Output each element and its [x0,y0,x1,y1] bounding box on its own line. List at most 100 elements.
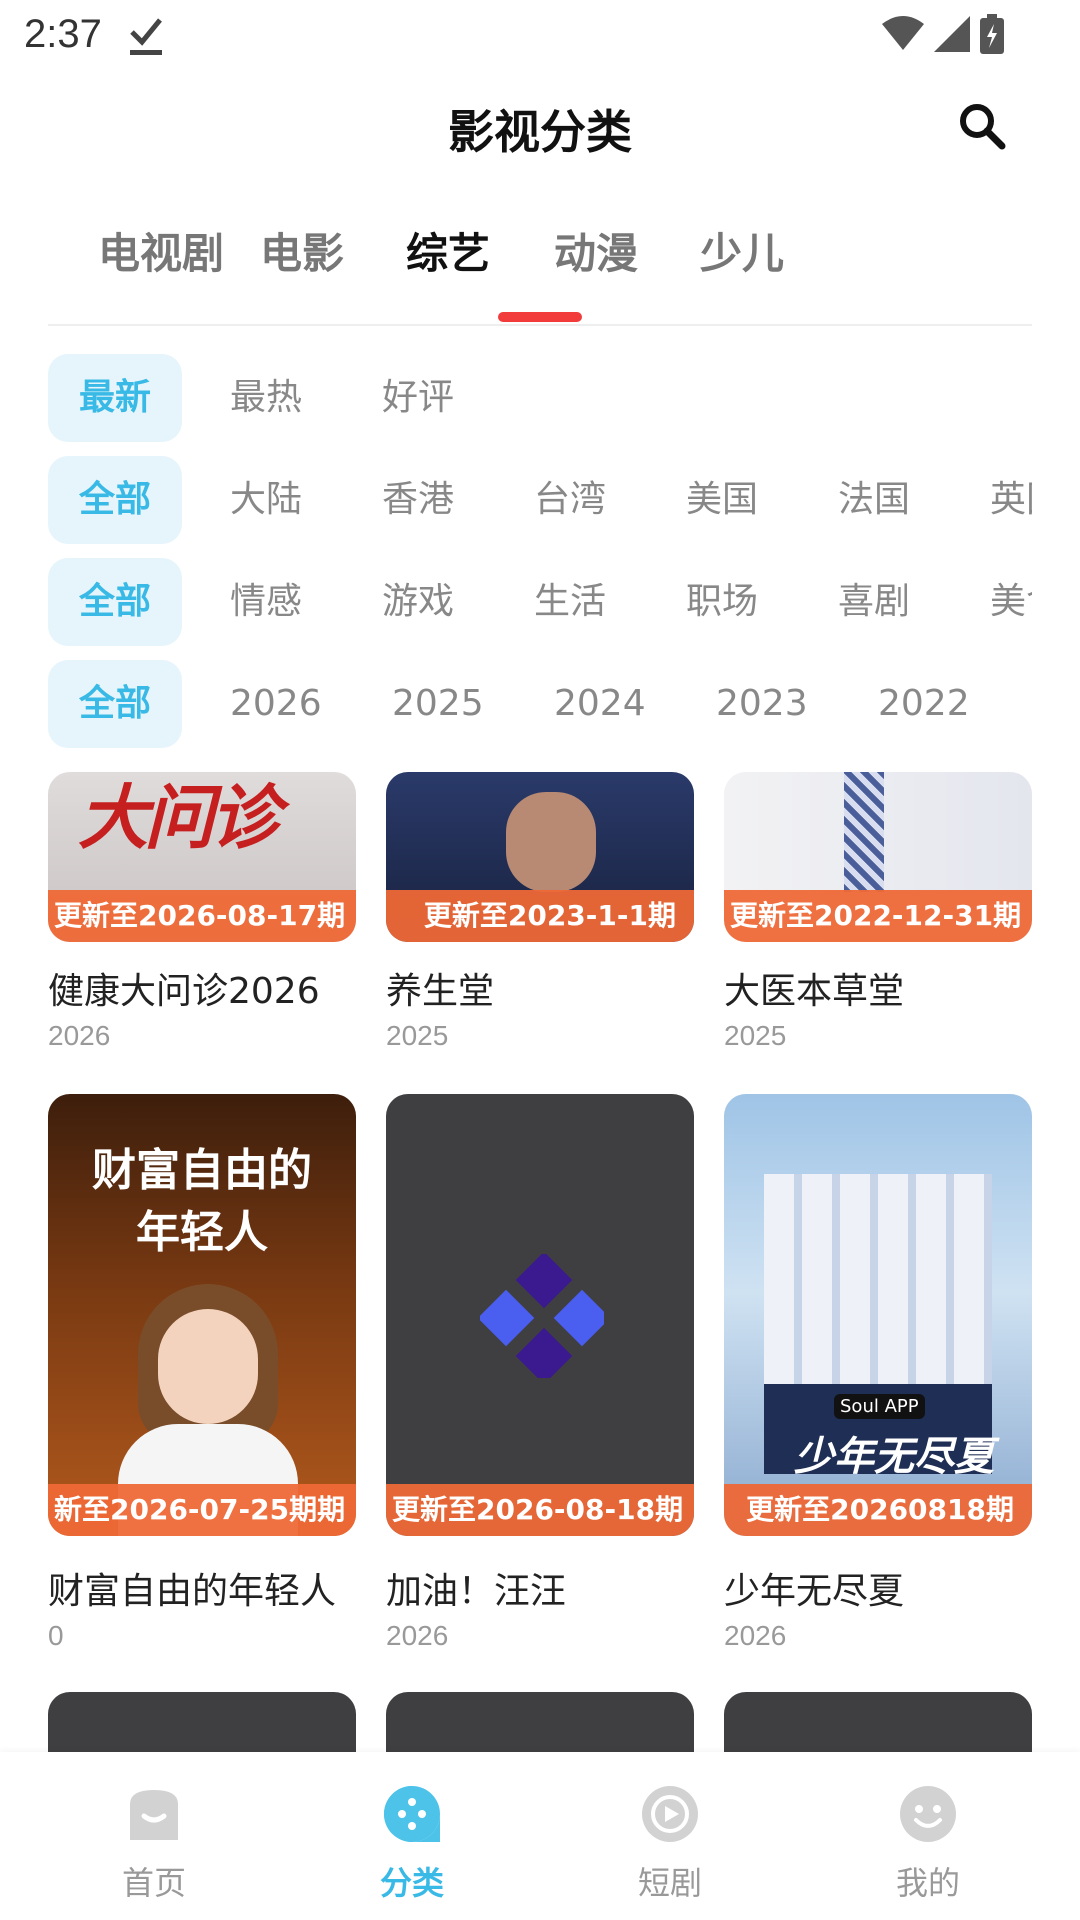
poster-image: 更新至2026-08-18期 [386,1094,694,1536]
nav-label: 我的 [895,1864,960,1902]
filter-region: 全部 大陆 香港 台湾 美国 法国 英国 [48,456,1032,544]
filter-region-item[interactable]: 法国 [838,456,910,544]
poster-image [724,1692,1032,1752]
play-icon [642,1786,698,1842]
tab-variety[interactable]: 综艺 [406,220,490,281]
poster-title-art: 财富自由的年轻人 [92,1145,312,1258]
download-complete-icon [130,18,162,55]
poster-image: 大问诊 更新至2026-08-17期 [48,772,356,942]
nav-home[interactable]: 首页 [84,1782,224,1904]
status-time: 2:37 [24,12,102,56]
poster-image: 更新至2022-12-31期 [724,772,1032,942]
bottom-nav: 首页 分类 短剧 我的 [0,1752,1080,1920]
filter-genre-item[interactable]: 生活 [534,558,606,646]
filter-genre-item[interactable]: 情感 [230,558,302,646]
page-title: 影视分类 [448,105,632,159]
filter-region-item[interactable]: 香港 [382,456,454,544]
card-year: 2025 [724,1020,787,1051]
filter-genre-item[interactable]: 喜剧 [838,558,910,646]
header: 影视分类 [0,80,1080,170]
filter-region-item[interactable]: 美国 [686,456,758,544]
update-badge: 更新至2026-08-17期 [48,890,356,942]
media-card[interactable]: 更新至2026-08-18期 加油！汪汪 2026 [386,1094,694,1664]
poster-tie [844,772,884,892]
filter-sort: 最新 最热 好评 [48,354,1032,442]
filter-year-item[interactable]: 2026 [230,660,322,748]
poster-title-art: 少年无尽夏 [794,1434,994,1480]
poster-image [48,1692,356,1752]
battery-icon [980,14,1004,54]
update-badge: 更新至2026-08-18期 [386,1484,694,1536]
filter-year-item[interactable]: 2023 [716,660,808,748]
tab-movies[interactable]: 电影 [260,220,344,281]
media-card[interactable] [386,1692,694,1752]
filter-sort-latest[interactable]: 最新 [48,354,182,442]
media-card[interactable] [48,1692,356,1752]
filter-sort-hot[interactable]: 最热 [230,354,302,442]
poster-logo: Soul APP [834,1394,925,1419]
media-card[interactable]: Soul APP 少年无尽夏 更新至20260818期 少年无尽夏 2026 [724,1094,1032,1664]
poster-image: 财富自由的年轻人 新至2026-07-25期期 [48,1094,356,1536]
filter-genre-all[interactable]: 全部 [48,558,182,646]
filter-region-all[interactable]: 全部 [48,456,182,544]
nav-profile[interactable]: 我的 [858,1782,998,1904]
filter-year-item[interactable]: 2022 [878,660,970,748]
nav-category[interactable]: 分类 [342,1782,482,1904]
card-title: 少年无尽夏 [724,1571,905,1612]
filter-year-item[interactable]: 2024 [554,660,646,748]
poster-hands [506,792,596,892]
media-card[interactable]: 财富自由的年轻人 新至2026-07-25期期 财富自由的年轻人 0 [48,1094,356,1664]
card-year: 2025 [386,1020,449,1051]
card-title: 大医本草堂 [724,971,905,1012]
nav-label: 分类 [379,1864,444,1902]
media-card[interactable]: 更新至2022-12-31期 大医本草堂 2025 [724,772,1032,1062]
update-badge: 更新至2023-1-1期 [386,890,694,942]
filter-region-item[interactable]: 英国 [990,456,1032,544]
card-year: 2026 [724,1620,787,1651]
poster-group-photo [764,1174,992,1404]
poster-image: 更新至2023-1-1期 [386,772,694,942]
tab-tv-series[interactable]: 电视剧 [98,220,224,281]
category-icon [384,1786,440,1842]
poster-image [386,1692,694,1752]
card-title: 健康大问诊2026 [48,971,320,1012]
card-year: 0 [48,1620,64,1651]
home-icon [130,1790,178,1840]
card-title: 加油！汪汪 [386,1571,567,1612]
filter-genre-item[interactable]: 游戏 [382,558,454,646]
media-card[interactable]: 大问诊 更新至2026-08-17期 健康大问诊2026 2026 [48,772,356,1062]
update-badge: 更新至2022-12-31期 [724,890,1032,942]
nav-label: 短剧 [637,1864,702,1902]
search-icon[interactable] [954,98,1010,154]
poster-image: Soul APP 少年无尽夏 更新至20260818期 [724,1094,1032,1536]
content-grid: 大问诊 更新至2026-08-17期 健康大问诊2026 2026 更新至202… [0,772,1080,1752]
card-year: 2026 [48,1020,111,1051]
filter-year-all[interactable]: 全部 [48,660,182,748]
filter-region-item[interactable]: 台湾 [534,456,606,544]
nav-label: 首页 [121,1864,186,1902]
media-card[interactable]: 更新至2023-1-1期 养生堂 2025 [386,772,694,1062]
poster-person-face [158,1309,258,1424]
update-badge: 新至2026-07-25期期 [48,1484,356,1536]
wifi-icon [882,16,924,50]
filter-genre-item[interactable]: 美食 [990,558,1032,646]
nav-short-drama[interactable]: 短剧 [600,1782,740,1904]
card-year: 2026 [386,1620,449,1651]
tab-kids[interactable]: 少儿 [700,220,784,281]
media-card[interactable] [724,1692,1032,1752]
filter-genre-item[interactable]: 职场 [686,558,758,646]
tab-anime[interactable]: 动漫 [554,220,638,281]
filter-year-item[interactable]: 2025 [392,660,484,748]
status-bar: 2:37 [0,0,1080,72]
placeholder-logo-icon [480,1254,604,1378]
filter-sort-rated[interactable]: 好评 [382,354,454,442]
filter-region-item[interactable]: 大陆 [230,456,302,544]
filter-year: 全部 2026 2025 2024 2023 2022 [48,660,1032,748]
signal-icon [934,16,970,52]
poster-title-art: 大问诊 [78,777,280,859]
update-badge: 更新至20260818期 [724,1484,1032,1536]
tab-indicator [498,312,582,322]
status-icons [882,14,1004,54]
card-title: 财富自由的年轻人 [48,1571,337,1612]
category-tabs: 电视剧 电影 综艺 动漫 少儿 [48,206,1032,326]
